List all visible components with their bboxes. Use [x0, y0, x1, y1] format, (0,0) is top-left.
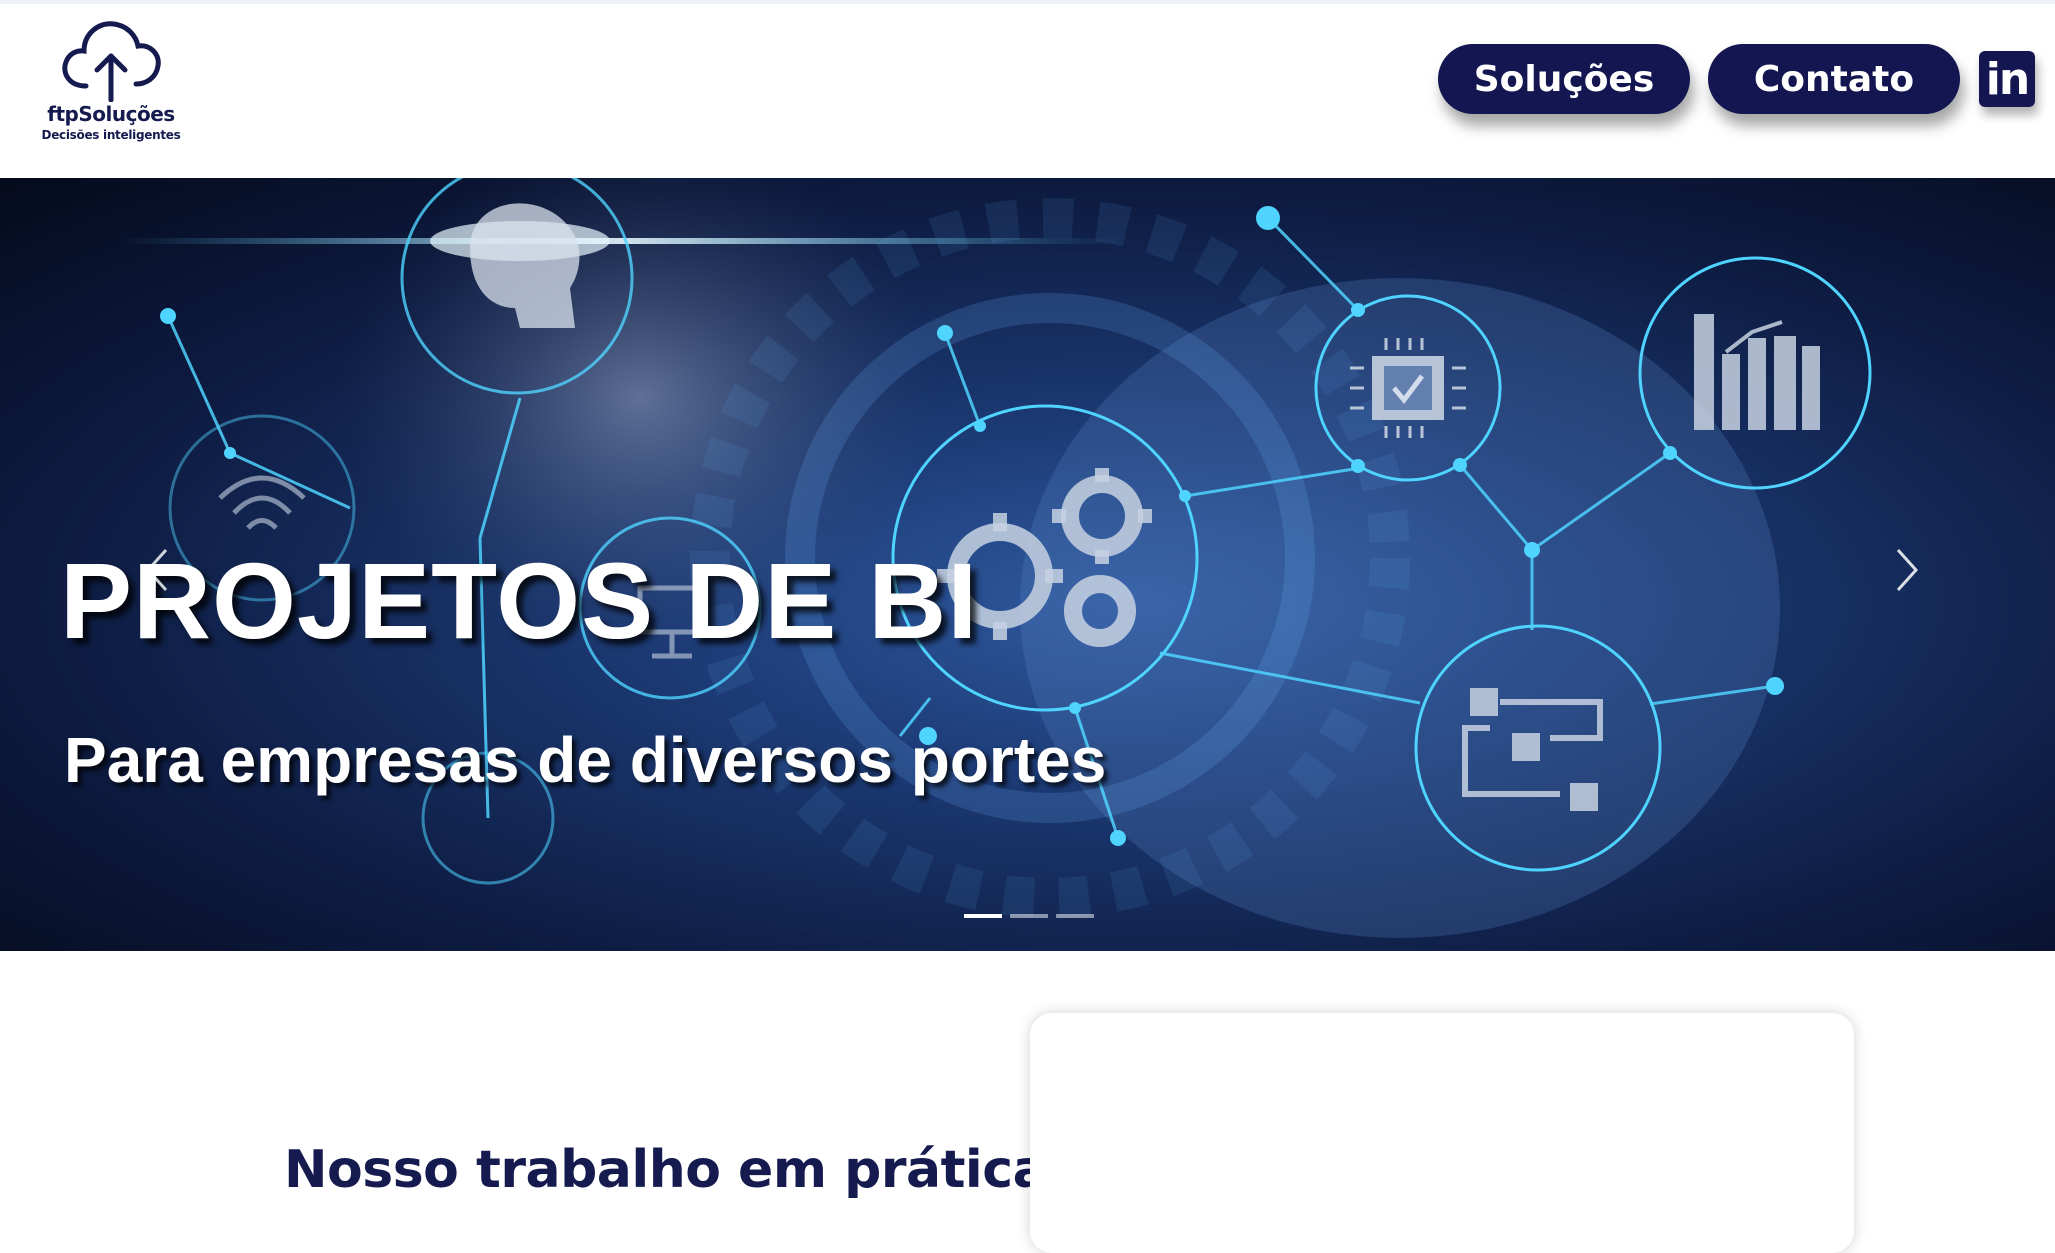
chevron-left-icon [145, 548, 168, 592]
content-card [1030, 1013, 1854, 1253]
site-header: ftpSoluções Decisões inteligentes Soluçõ… [0, 0, 2055, 155]
carousel-dot-1[interactable] [964, 914, 1002, 918]
section-heading: Nosso trabalho em prática: [284, 1140, 1068, 1200]
cloud-upload-icon [62, 21, 161, 102]
nav-contato-button[interactable]: Contato [1708, 44, 1960, 114]
carousel-next-button[interactable] [1880, 540, 1930, 600]
nav-solucoes-button[interactable]: Soluções [1438, 44, 1690, 114]
hero-subtitle: Para empresas de diversos portes [64, 724, 1107, 796]
logo[interactable]: ftpSoluções Decisões inteligentes [36, 16, 186, 146]
linkedin-label: in [1985, 53, 2030, 105]
carousel-dot-3[interactable] [1056, 914, 1094, 918]
chevron-right-icon [1896, 548, 1919, 592]
hero-title: PROJETOS DE BI [60, 540, 979, 661]
logo-name: ftpSoluções [47, 102, 175, 126]
hero-carousel: PROJETOS DE BI Para empresas de diversos… [0, 178, 2055, 951]
logo-tagline: Decisões inteligentes [41, 128, 181, 142]
carousel-indicators [964, 914, 1094, 918]
linkedin-icon[interactable]: in [1979, 51, 2035, 107]
carousel-dot-2[interactable] [1010, 914, 1048, 918]
carousel-prev-button[interactable] [134, 540, 184, 600]
